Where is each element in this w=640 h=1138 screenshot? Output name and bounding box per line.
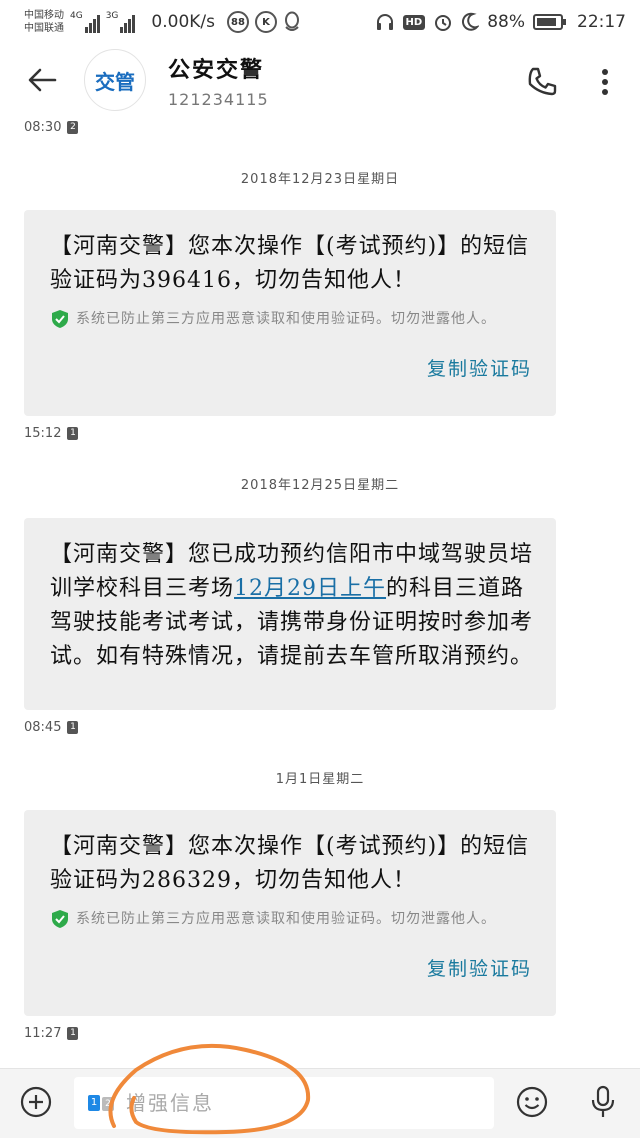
k-app-icon: K [255, 11, 277, 33]
conversation-header: 交管 公安交警 121234115 [0, 44, 640, 116]
back-button[interactable] [0, 44, 84, 116]
shield-check-icon [52, 910, 68, 928]
carrier-2: 中国联通 [24, 23, 64, 34]
message-bubble[interactable]: 【河南交警】您已成功预约信阳市中域驾驶员培训学校科目三考场12月29日上午的科目… [24, 518, 556, 710]
emoji-button[interactable] [516, 1086, 548, 1118]
hd-icon: HD [402, 14, 426, 30]
date-separator: 1月1日星期二 [275, 772, 365, 787]
security-notice-text: 系统已防止第三方应用恶意读取和使用验证码。切勿泄露他人。 [76, 911, 496, 927]
shield-check-icon [52, 310, 68, 328]
security-notice: 系统已防止第三方应用恶意读取和使用验证码。切勿泄露他人。 [50, 308, 534, 330]
contact-number: 121234115 [168, 89, 269, 109]
message-bubble[interactable]: 【河南交警】您本次操作【(考试预约)】的短信验证码为286329，切勿告知他人！… [24, 810, 556, 1016]
qq-icon [285, 11, 299, 31]
sim-icon: 1 [67, 427, 79, 440]
message-text: 【河南交警】您本次操作【(考试预约)】的短信验证码为286329，切勿告知他人！ [50, 834, 530, 893]
more-vertical-icon [602, 69, 608, 95]
security-notice-text: 系统已防止第三方应用恶意读取和使用验证码。切勿泄露他人。 [76, 311, 496, 327]
status-bar: 中国移动 中国联通 4G 3G 0.00K/s 88 K HD 88% 22:1… [0, 0, 640, 44]
copy-code-button[interactable]: 复制验证码 [50, 354, 534, 381]
battery-icon [533, 14, 566, 30]
sim-icon: 1 [67, 721, 79, 734]
back-arrow-icon [28, 68, 57, 92]
emoji-icon [516, 1086, 548, 1118]
contact-name: 公安交警 [168, 57, 265, 83]
microphone-icon [591, 1085, 615, 1117]
more-options-button[interactable] [590, 62, 620, 102]
sim-icon: 2 [67, 121, 79, 134]
voice-input-button[interactable] [588, 1084, 618, 1120]
phone-icon [528, 67, 557, 96]
battery-percent: 88% [487, 12, 525, 32]
notification-badge-icon: 88 [227, 11, 249, 33]
call-button[interactable] [522, 62, 562, 102]
signal-icon: 4G [70, 11, 100, 33]
message-input[interactable] [126, 1091, 426, 1115]
clock: 22:17 [577, 12, 626, 32]
date-link[interactable]: 12月29日上午 [234, 576, 386, 601]
message-time: 11:27 1 [24, 1026, 79, 1041]
date-separator: 2018年12月23日星期日 [240, 172, 400, 187]
sim-2-icon: 2 [102, 1097, 114, 1111]
sim-1-icon: 1 [88, 1095, 100, 1111]
headphones-icon [376, 14, 393, 30]
sim-selector[interactable]: 1 2 [88, 1095, 114, 1111]
contact-info[interactable]: 公安交警 121234115 [168, 52, 269, 109]
security-notice: 系统已防止第三方应用恶意读取和使用验证码。切勿泄露他人。 [50, 908, 534, 930]
signal-icon: 3G [106, 11, 136, 33]
sim-icon: 1 [67, 1027, 79, 1040]
moon-icon [462, 12, 480, 31]
composer-bar: 1 2 [0, 1068, 640, 1138]
add-icon [20, 1086, 52, 1118]
message-time: 08:30 2 [24, 120, 79, 135]
message-text: 【河南交警】您本次操作【(考试预约)】的短信验证码为396416，切勿告知他人！ [50, 234, 530, 293]
message-input-box[interactable]: 1 2 [74, 1077, 494, 1129]
alarm-icon [435, 15, 452, 31]
message-text: 【河南交警】您已成功预约信阳市中域驾驶员培训学校科目三考场12月29日上午的科目… [50, 542, 534, 669]
carrier-1: 中国移动 [24, 10, 64, 21]
message-time: 15:12 1 [24, 426, 79, 441]
add-attachment-button[interactable] [20, 1086, 52, 1118]
carrier-names: 中国移动 中国联通 [24, 9, 64, 35]
contact-avatar[interactable]: 交管 [84, 49, 146, 111]
copy-code-button[interactable]: 复制验证码 [50, 954, 534, 981]
network-speed: 0.00K/s [151, 12, 215, 32]
message-time: 08:45 1 [24, 720, 79, 735]
message-bubble[interactable]: 【河南交警】您本次操作【(考试预约)】的短信验证码为396416，切勿告知他人！… [24, 210, 556, 416]
date-separator: 2018年12月25日星期二 [240, 478, 400, 493]
